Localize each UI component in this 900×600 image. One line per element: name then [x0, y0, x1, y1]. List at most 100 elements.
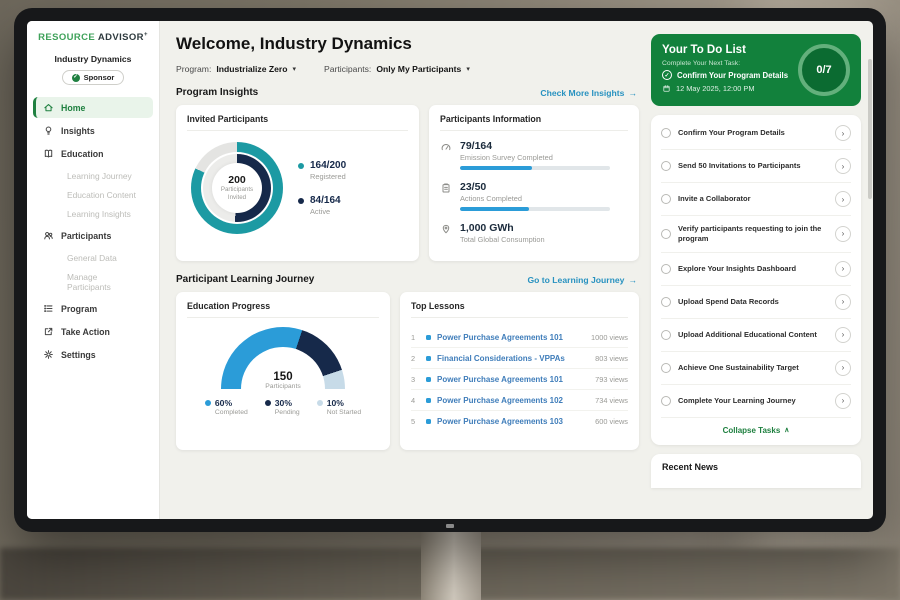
task-checkbox[interactable]: [661, 161, 671, 171]
task-checkbox[interactable]: [661, 264, 671, 274]
sidebar-item-education-content[interactable]: Education Content: [33, 185, 153, 204]
location-pin-icon: [440, 223, 452, 244]
sidebar-item-general-data[interactable]: General Data: [33, 248, 153, 267]
participants-filter-value: Only My Participants: [376, 64, 461, 74]
lesson-bullet-icon: [426, 335, 431, 340]
task-label: Invite a Collaborator: [678, 194, 828, 204]
task-row[interactable]: Upload Additional Educational Content ›: [661, 319, 851, 352]
lesson-row[interactable]: 5 Power Purchase Agreements 103 600 view…: [411, 411, 628, 431]
task-row[interactable]: Invite a Collaborator ›: [661, 183, 851, 216]
task-checkbox[interactable]: [661, 128, 671, 138]
task-row[interactable]: Confirm Your Program Details ›: [661, 117, 851, 150]
legend-label: Pending: [275, 409, 300, 416]
sidebar-item-program[interactable]: Program: [33, 298, 153, 319]
lesson-row[interactable]: 4 Power Purchase Agreements 102 734 view…: [411, 390, 628, 411]
task-checkbox[interactable]: [661, 396, 671, 406]
task-row[interactable]: Complete Your Learning Journey ›: [661, 385, 851, 418]
lesson-title-link[interactable]: Power Purchase Agreements 101: [437, 375, 589, 384]
home-icon: [43, 102, 54, 113]
task-checkbox[interactable]: [661, 363, 671, 373]
lesson-rank: 5: [411, 417, 420, 426]
todo-next-task-label: Confirm Your Program Details: [677, 71, 788, 80]
todo-title: Your To Do List: [662, 44, 788, 56]
sidebar-item-learning-insights[interactable]: Learning Insights: [33, 204, 153, 223]
legend-item-pending: 30% Pending: [265, 398, 300, 416]
task-row[interactable]: Send 50 Invitations to Participants ›: [661, 150, 851, 183]
sidebar-item-take-action[interactable]: Take Action: [33, 321, 153, 342]
lesson-row[interactable]: 1 Power Purchase Agreements 101 1000 vie…: [411, 327, 628, 348]
logo-text-secondary-word: ADVISOR: [98, 32, 144, 43]
stat-value: 1,000 GWh: [460, 222, 545, 234]
lesson-row[interactable]: 2 Financial Considerations - VPPAs 803 v…: [411, 348, 628, 369]
sidebar-item-learning-journey[interactable]: Learning Journey: [33, 166, 153, 185]
todo-panel: Your To Do List Complete Your Next Task:…: [651, 21, 863, 519]
sidebar-item-participants[interactable]: Participants: [33, 225, 153, 246]
calendar-icon: [662, 84, 671, 93]
sidebar-item-settings[interactable]: Settings: [33, 344, 153, 365]
todo-next-task[interactable]: ✓ Confirm Your Program Details: [662, 70, 788, 80]
stat-emission-survey: 79/164 Emission Survey Completed: [440, 140, 628, 170]
task-open-button[interactable]: ›: [835, 360, 851, 376]
sidebar-item-label: Take Action: [61, 327, 110, 337]
logo-text-secondary: ADVISOR+: [98, 32, 148, 43]
collapse-tasks-button[interactable]: Collapse Tasks ∧: [661, 418, 851, 443]
stat-label: Actions Completed: [460, 194, 610, 203]
chevron-down-icon: ▾: [293, 65, 297, 73]
task-open-button[interactable]: ›: [835, 294, 851, 310]
task-open-button[interactable]: ›: [835, 393, 851, 409]
main-content: Welcome, Industry Dynamics Program: Indu…: [160, 21, 651, 519]
sidebar-item-education[interactable]: Education: [33, 143, 153, 164]
lesson-title-link[interactable]: Power Purchase Agreements 102: [437, 396, 589, 405]
task-open-button[interactable]: ›: [835, 125, 851, 141]
todo-tasks-card: Confirm Your Program Details › Send 50 I…: [651, 115, 861, 445]
sponsor-badge[interactable]: ✓ Sponsor: [62, 70, 125, 85]
lesson-bullet-icon: [426, 377, 431, 382]
scrollbar-thumb[interactable]: [868, 59, 872, 199]
lesson-title-link[interactable]: Power Purchase Agreements 101: [437, 333, 585, 342]
legend-item-not-started: 10% Not Started: [317, 398, 361, 416]
participants-filter-dropdown[interactable]: Participants: Only My Participants ▾: [324, 64, 470, 74]
program-filter-dropdown[interactable]: Program: Industrialize Zero ▾: [176, 64, 296, 74]
task-row[interactable]: Verify participants requesting to join t…: [661, 216, 851, 253]
task-checkbox[interactable]: [661, 297, 671, 307]
task-open-button[interactable]: ›: [835, 226, 851, 242]
sidebar-item-insights[interactable]: Insights: [33, 120, 153, 141]
card-title: Education Progress: [187, 301, 379, 318]
sidebar-item-home[interactable]: Home: [33, 97, 153, 118]
chevron-right-icon: ›: [842, 396, 845, 405]
lesson-row[interactable]: 3 Power Purchase Agreements 101 793 view…: [411, 369, 628, 390]
action-arrow-icon: [43, 326, 54, 337]
chevron-down-icon: ▾: [466, 65, 470, 73]
task-row[interactable]: Achieve One Sustainability Target ›: [661, 352, 851, 385]
task-row[interactable]: Explore Your Insights Dashboard ›: [661, 253, 851, 286]
learning-journey-title: Participant Learning Journey: [176, 274, 314, 285]
task-open-button[interactable]: ›: [835, 158, 851, 174]
lesson-rank: 3: [411, 375, 420, 384]
arrow-right-icon: →: [628, 275, 637, 285]
lesson-views: 803 views: [595, 354, 628, 363]
task-open-button[interactable]: ›: [835, 191, 851, 207]
invited-card-body: 200 Participants Invited 164/200 Registe: [187, 140, 408, 234]
task-checkbox[interactable]: [661, 229, 671, 239]
go-to-learning-journey-link[interactable]: Go to Learning Journey →: [527, 275, 637, 285]
task-checkbox[interactable]: [661, 330, 671, 340]
todo-summary-card: Your To Do List Complete Your Next Task:…: [651, 34, 861, 106]
task-open-button[interactable]: ›: [835, 261, 851, 277]
link-label: Go to Learning Journey: [527, 275, 624, 285]
sidebar-item-label: Participants: [61, 231, 111, 241]
check-more-insights-link[interactable]: Check More Insights →: [540, 88, 637, 98]
sidebar-item-manage-participants[interactable]: Manage Participants: [33, 267, 153, 296]
task-label: Explore Your Insights Dashboard: [678, 264, 828, 274]
sidebar-item-label: Program: [61, 304, 97, 314]
task-row[interactable]: Upload Spend Data Records ›: [661, 286, 851, 319]
task-checkbox[interactable]: [661, 194, 671, 204]
lesson-views: 734 views: [595, 396, 628, 405]
task-label: Achieve One Sustainability Target: [678, 363, 828, 373]
donut-center-caption: Participants Invited: [215, 186, 259, 202]
lesson-title-link[interactable]: Power Purchase Agreements 103: [437, 417, 589, 426]
program-filter-label: Program:: [176, 64, 211, 74]
lesson-title-link[interactable]: Financial Considerations - VPPAs: [437, 354, 589, 363]
book-icon: [43, 148, 54, 159]
task-open-button[interactable]: ›: [835, 327, 851, 343]
lightbulb-icon: [43, 125, 54, 136]
